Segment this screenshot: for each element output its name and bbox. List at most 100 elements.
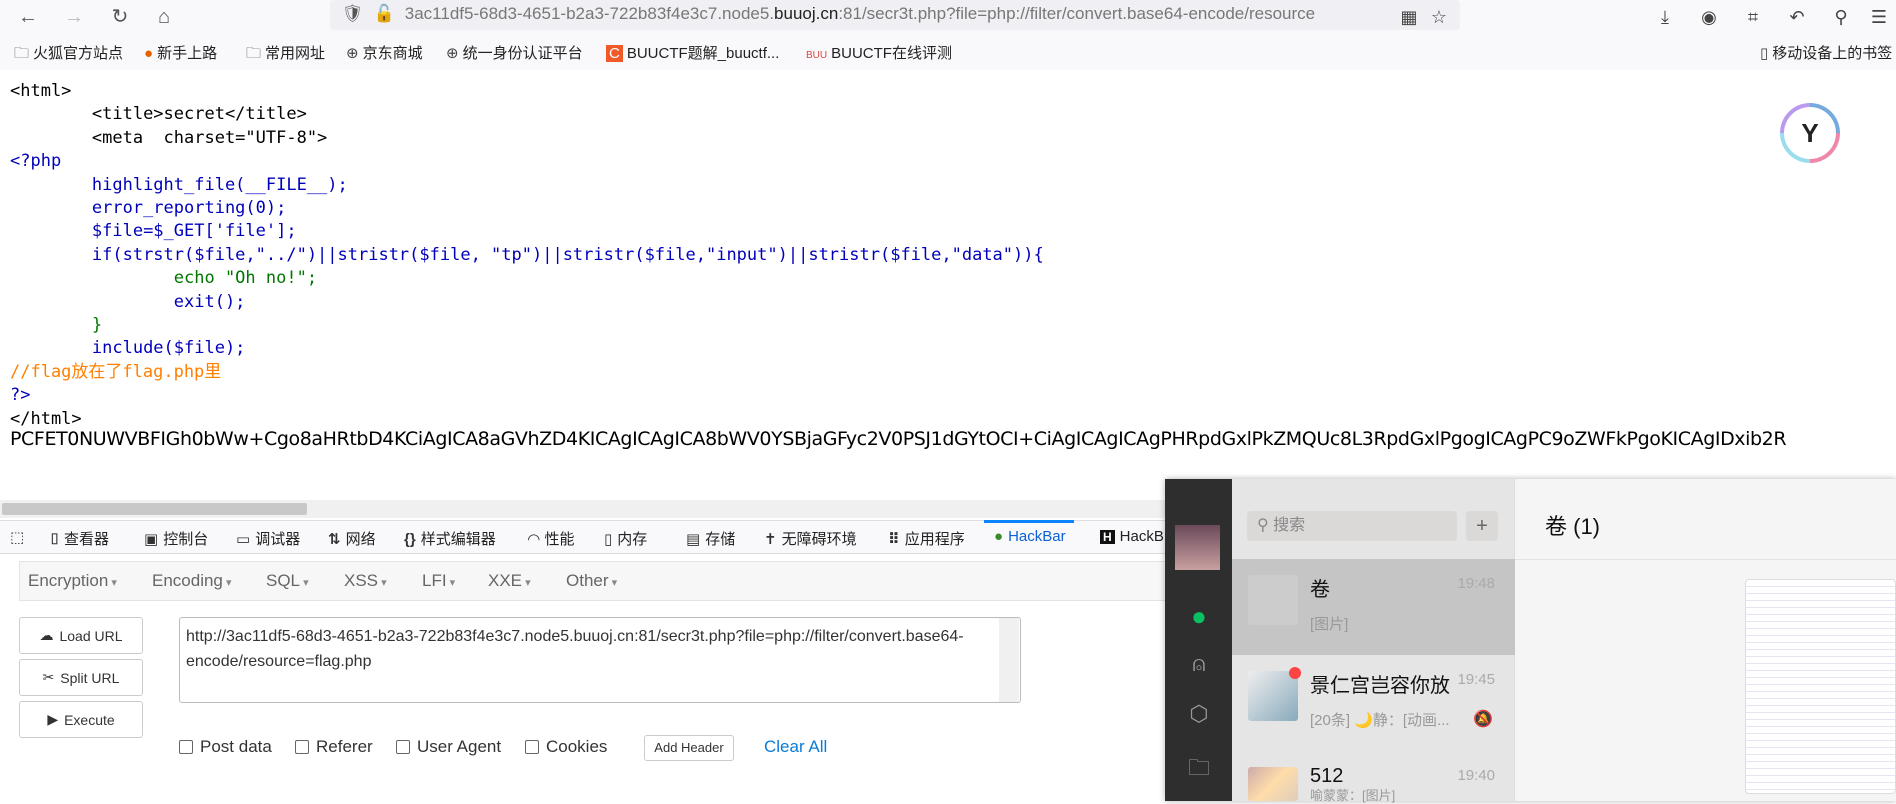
- menu-xxe[interactable]: XXE: [488, 571, 531, 591]
- url-bar[interactable]: 🛡 🔓 3ac11df5-68d3-4651-b2a3-722b83f4e3c7.n…: [330, 0, 1460, 30]
- code-line: highlight_file(__FILE__);: [91, 174, 348, 195]
- add-button[interactable]: +: [1466, 511, 1498, 541]
- divider: [1515, 559, 1896, 560]
- split-url-button[interactable]: ✂ Split URL: [19, 659, 143, 696]
- bookmark-item[interactable]: ⊕ 统一身份认证平台: [446, 42, 583, 63]
- wechat-window: ● ⍝ ⬡ 🗀 ⚲ 搜索 + 卷 19:48 [图片] 景仁宫岂容你放 19:45 [2…: [1165, 479, 1896, 803]
- post-data-checkbox[interactable]: Post data: [179, 737, 272, 757]
- download-icon[interactable]: ⤓: [1652, 4, 1678, 30]
- play-icon: ▶: [47, 711, 59, 727]
- scrollbar-thumb[interactable]: [2, 503, 307, 515]
- tab-memory[interactable]: ▯ 内存: [604, 528, 647, 549]
- bookmark-item[interactable]: ● 新手上路: [144, 42, 217, 63]
- chat-list-item[interactable]: 卷 19:48 [图片]: [1232, 559, 1515, 655]
- url-textarea[interactable]: http://3ac11df5-68d3-4651-b2a3-722b83f4e…: [179, 617, 1021, 703]
- tab-debugger[interactable]: ▭ 调试器: [236, 528, 300, 549]
- tab-label: 内存: [617, 531, 648, 548]
- chat-time: 19:48: [1457, 575, 1495, 592]
- home-button[interactable]: ⌂: [150, 4, 178, 30]
- star-icon[interactable]: ☆: [1426, 4, 1452, 30]
- extension-logo-icon[interactable]: Y: [1780, 103, 1840, 163]
- url-path: :81/secr3t.php?file=php://filter/convert…: [838, 4, 1316, 23]
- button-label: Execute: [64, 711, 115, 728]
- menu-lfi[interactable]: LFI: [422, 571, 455, 591]
- menu-encryption[interactable]: Encryption: [28, 571, 117, 591]
- code-line: }: [91, 315, 103, 336]
- image-message-thumbnail[interactable]: [1745, 579, 1896, 794]
- checkbox-label: Referer: [316, 737, 373, 756]
- clear-all-link[interactable]: Clear All: [764, 737, 827, 757]
- menu-sql[interactable]: SQL: [266, 571, 309, 591]
- extensions-icon[interactable]: ⚲: [1828, 4, 1854, 30]
- bookmark-item[interactable]: C BUUCTF题解_buuctf...: [606, 42, 779, 63]
- bookmark-label: 常用网址: [265, 45, 326, 62]
- element-picker-icon[interactable]: ⬚: [10, 528, 29, 546]
- execute-button[interactable]: ▶ Execute: [19, 701, 143, 738]
- search-input[interactable]: ⚲ 搜索: [1247, 511, 1457, 541]
- tab-style-editor[interactable]: {} 样式编辑器: [404, 528, 496, 549]
- tab-hackbar-2[interactable]: H HackB: [1100, 528, 1164, 545]
- url-text: 3ac11df5-68d3-4651-b2a3-722b83f4e3c7.nod…: [404, 4, 775, 23]
- referer-checkbox[interactable]: Referer: [295, 737, 373, 757]
- tab-performance[interactable]: ◠ 性能: [528, 528, 575, 549]
- tab-accessibility[interactable]: ✝ 无障碍环境: [764, 528, 857, 549]
- mobile-bookmarks[interactable]: ▯ 移动设备上的书签: [1760, 42, 1892, 63]
- chat-list-item[interactable]: 景仁宫岂容你放 19:45 [20条] 🌙静：[动画... 🔕: [1232, 655, 1515, 751]
- tab-application[interactable]: ⠿ 应用程序: [888, 528, 965, 549]
- code-line: error_reporting(0);: [91, 198, 287, 219]
- tab-inspector[interactable]: ⌷ 查看器: [50, 528, 109, 549]
- back-button[interactable]: ←: [14, 4, 42, 30]
- bookmark-item[interactable]: BUU BUUCTF在线评测: [806, 42, 952, 63]
- reload-button[interactable]: ↻: [106, 4, 134, 30]
- php-source-code: <html> <title>secret</title> <meta chars…: [10, 80, 1044, 431]
- undo-icon[interactable]: ↶: [1784, 4, 1810, 30]
- base64-output: PCFET0NUWVBFIGh0bWw+Cgo8aHRtbD4KCiAgICA8…: [10, 428, 1787, 450]
- code-line: $file=$_GET['file'];: [91, 221, 297, 242]
- code-line: <?php: [10, 151, 62, 172]
- bookmark-label: 统一身份认证平台: [462, 45, 583, 62]
- account-icon[interactable]: ◉: [1696, 4, 1722, 30]
- add-header-button[interactable]: Add Header: [644, 735, 734, 761]
- code-line: <meta charset="UTF-8">: [91, 127, 328, 148]
- tab-storage[interactable]: ▤ 存储: [686, 528, 735, 549]
- menu-encoding[interactable]: Encoding: [152, 571, 231, 591]
- tab-label: 应用程序: [904, 531, 965, 548]
- code-line: exit();: [173, 291, 246, 312]
- forward-button[interactable]: →: [60, 4, 88, 30]
- tab-console[interactable]: ▣ 控制台: [144, 528, 208, 549]
- console-icon: ▣: [144, 531, 159, 548]
- tab-label: 调试器: [255, 531, 301, 548]
- avatar[interactable]: [1175, 525, 1220, 570]
- textarea-scrollbar[interactable]: [999, 618, 1019, 702]
- menu-xss[interactable]: XSS: [344, 571, 387, 591]
- chat-icon[interactable]: ●: [1185, 601, 1213, 631]
- chat-preview: [图片]: [1310, 616, 1349, 633]
- chat-list-item[interactable]: 512 19:40 喻蒙蒙：[图片]: [1232, 751, 1515, 803]
- devtools-tabbar: ⬚ ⌷ 查看器 ▣ 控制台 ▭ 调试器 ⇅ 网络 {} 样式编辑器 ◠ 性能 ▯ 内存 ▤ 存储…: [0, 520, 1165, 554]
- menu-icon[interactable]: ☰: [1866, 4, 1892, 30]
- tab-network[interactable]: ⇅ 网络: [328, 528, 376, 549]
- bookmark-item[interactable]: 🗀 常用网址: [246, 42, 325, 68]
- load-url-button[interactable]: ☁ Load URL: [19, 617, 143, 654]
- group-avatar: [1248, 767, 1298, 801]
- grid-icon: ⠿: [888, 531, 900, 548]
- crop-icon[interactable]: ⌗: [1740, 4, 1766, 30]
- qr-code-icon[interactable]: ▦: [1396, 4, 1422, 30]
- wechat-chat-panel: 卷 (1): [1515, 479, 1896, 801]
- cookies-checkbox[interactable]: Cookies: [525, 737, 607, 757]
- bookmark-item[interactable]: ⊕ 京东商城: [346, 42, 423, 63]
- contacts-icon[interactable]: ⍝: [1185, 651, 1213, 679]
- favorites-cube-icon[interactable]: ⬡: [1185, 701, 1213, 729]
- menu-other[interactable]: Other: [566, 571, 617, 591]
- cloud-download-icon: ☁: [39, 627, 54, 643]
- tab-hackbar[interactable]: ● HackBar: [984, 520, 1074, 545]
- button-label: Load URL: [59, 627, 123, 644]
- tab-label: 查看器: [64, 531, 110, 548]
- bookmark-item[interactable]: 🗀 火狐官方站点: [14, 42, 123, 68]
- tab-label: HackBar: [1008, 528, 1066, 545]
- wechat-chat-list: ⚲ 搜索 + 卷 19:48 [图片] 景仁宫岂容你放 19:45 [20条] 🌙静：[…: [1232, 479, 1515, 803]
- bookmark-label: BUUCTF题解_buuctf...: [626, 45, 780, 62]
- folder-icon: 🗀: [246, 45, 262, 62]
- folder-icon[interactable]: 🗀: [1185, 751, 1213, 780]
- user-agent-checkbox[interactable]: User Agent: [396, 737, 501, 757]
